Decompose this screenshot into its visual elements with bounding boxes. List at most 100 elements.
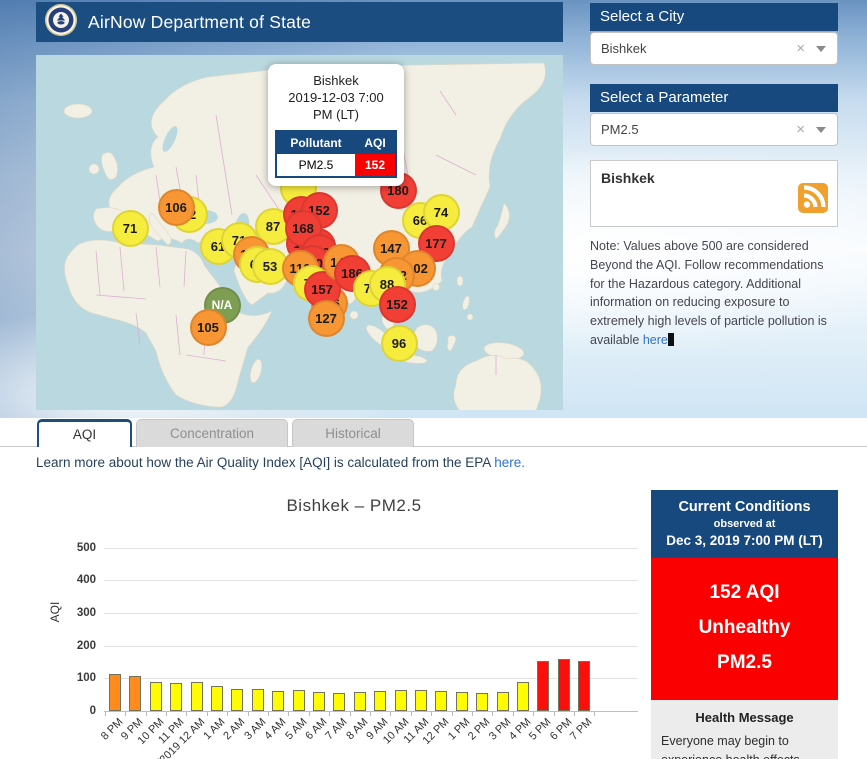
bar-3-pm[interactable] <box>497 692 509 711</box>
x-tick-mark <box>186 712 187 716</box>
bar-9-pm[interactable] <box>129 676 141 711</box>
y-tick-200: 200 <box>62 640 96 652</box>
current-conditions-datetime: Dec 3, 2019 7:00 PM (LT) <box>657 533 832 548</box>
bar-7-pm[interactable] <box>578 661 590 711</box>
health-message-title: Health Message <box>661 710 828 725</box>
bar-8-am[interactable] <box>354 692 366 711</box>
map-marker-127[interactable]: 127 <box>308 300 345 337</box>
y-tick-100: 100 <box>62 672 96 684</box>
tab-concentration[interactable]: Concentration <box>136 419 288 447</box>
bar-1-pm[interactable] <box>456 692 468 711</box>
x-tick-mark <box>309 712 310 716</box>
bar-2-am[interactable] <box>231 689 243 711</box>
parameter-caret-icon[interactable] <box>816 127 826 133</box>
y-tick-300: 300 <box>62 607 96 619</box>
map-marker-152[interactable]: 152 <box>379 286 416 323</box>
x-tick-mark <box>288 712 289 716</box>
tooltip-col-pollutant: Pollutant <box>276 131 355 154</box>
y-tick-500: 500 <box>62 542 96 554</box>
bar-6-am[interactable] <box>313 692 325 711</box>
x-tick-mark <box>554 712 555 716</box>
map-marker-96[interactable]: 96 <box>381 325 418 362</box>
learn-more-here-link[interactable]: here. <box>494 455 525 470</box>
tooltip-pollutant-value: PM2.5 <box>276 154 355 177</box>
tab-historical[interactable]: Historical <box>292 419 414 447</box>
bar-11-am[interactable] <box>415 690 427 711</box>
x-tick-mark <box>472 712 473 716</box>
current-aqi-value: 152 AQI <box>657 575 832 610</box>
bar-1-am[interactable] <box>211 686 223 711</box>
current-conditions-header: Current Conditions observed at Dec 3, 20… <box>651 490 838 558</box>
current-conditions-title: Current Conditions <box>657 499 832 515</box>
bar-8-pm[interactable] <box>109 674 121 711</box>
x-tick-mark <box>350 712 351 716</box>
tooltip-table: Pollutant AQI PM2.5 152 <box>275 130 397 178</box>
x-tick-mark <box>329 712 330 716</box>
note-here-link[interactable]: here <box>643 333 668 347</box>
bar-3-am[interactable] <box>252 689 264 711</box>
x-tick-mark <box>390 712 391 716</box>
page-title: AirNow Department of State <box>88 12 311 33</box>
city-select-value: Bishkek <box>601 41 647 56</box>
world-map[interactable]: 52106718761711376753N/A10511415211717116… <box>36 55 563 410</box>
gridline-400 <box>104 580 638 581</box>
bar-10-pm[interactable] <box>150 682 162 711</box>
x-tick-mark <box>166 712 167 716</box>
x-tick-mark <box>411 712 412 716</box>
map-marker-71[interactable]: 71 <box>112 210 149 247</box>
bar-4-am[interactable] <box>272 691 284 711</box>
bar-5-pm[interactable] <box>537 661 549 711</box>
map-marker-106[interactable]: 106 <box>158 189 195 226</box>
bar-9-am[interactable] <box>374 691 386 711</box>
tooltip-city: Bishkek <box>281 73 391 90</box>
current-conditions-subtitle: observed at <box>657 518 832 530</box>
x-tick-mark <box>370 712 371 716</box>
bar-7-am[interactable] <box>333 693 345 711</box>
text-cursor <box>668 333 674 346</box>
x-tick-mark <box>513 712 514 716</box>
current-aqi-pollutant: PM2.5 <box>657 645 832 680</box>
health-message-text: Everyone may begin to experience health … <box>661 732 828 759</box>
gridline-0 <box>104 711 638 712</box>
bar-6-pm[interactable] <box>558 659 570 711</box>
bar-12-pm[interactable] <box>435 691 447 711</box>
bar-11-pm[interactable] <box>170 683 182 711</box>
parameter-clear-icon[interactable]: × <box>796 121 805 138</box>
current-aqi-category: Unhealthy <box>657 610 832 645</box>
x-tick-mark <box>207 712 208 716</box>
parameter-select-dropdown[interactable]: PM2.5 × <box>590 113 838 146</box>
x-tick-mark <box>268 712 269 716</box>
x-tick-mark <box>248 712 249 716</box>
bar-10-am[interactable] <box>395 690 407 711</box>
x-tick-mark <box>574 712 575 716</box>
y-tick-400: 400 <box>62 574 96 586</box>
city-select-dropdown[interactable]: Bishkek × <box>590 32 838 65</box>
bar-5-am[interactable] <box>293 690 305 711</box>
header-bar: AirNow Department of State <box>36 2 563 42</box>
city-select-section: Select a City Bishkek × <box>590 3 838 65</box>
gridline-300 <box>104 613 638 614</box>
city-select-header: Select a City <box>590 3 838 31</box>
chart-y-axis-label: AQI <box>48 597 62 627</box>
x-tick-mark <box>227 712 228 716</box>
city-clear-icon[interactable]: × <box>796 40 805 57</box>
x-tick-mark <box>594 712 595 716</box>
x-tick-mark <box>125 712 126 716</box>
note-text: Note: Values above 500 are considered Be… <box>590 237 840 350</box>
tab-aqi[interactable]: AQI <box>37 419 132 447</box>
rss-icon[interactable] <box>798 183 828 218</box>
bar-4-pm[interactable] <box>517 682 529 711</box>
airnow-page: AirNow Department of State <box>0 0 867 759</box>
learn-more-text: Learn more about how the Air Quality Ind… <box>36 455 525 470</box>
x-tick-mark <box>533 712 534 716</box>
bar-12-3-2019-12-am[interactable] <box>191 682 203 711</box>
x-tick-mark <box>431 712 432 716</box>
bar-2-pm[interactable] <box>476 693 488 711</box>
city-caret-icon[interactable] <box>816 46 826 52</box>
current-conditions-panel: Current Conditions observed at Dec 3, 20… <box>651 490 838 759</box>
map-tooltip: Bishkek 2019-12-03 7:00 PM (LT) Pollutan… <box>268 64 404 186</box>
chart-title: Bishkek – PM2.5 <box>104 496 604 516</box>
x-tick-mark <box>452 712 453 716</box>
map-marker-105[interactable]: 105 <box>190 309 227 346</box>
gridline-500 <box>104 548 638 549</box>
